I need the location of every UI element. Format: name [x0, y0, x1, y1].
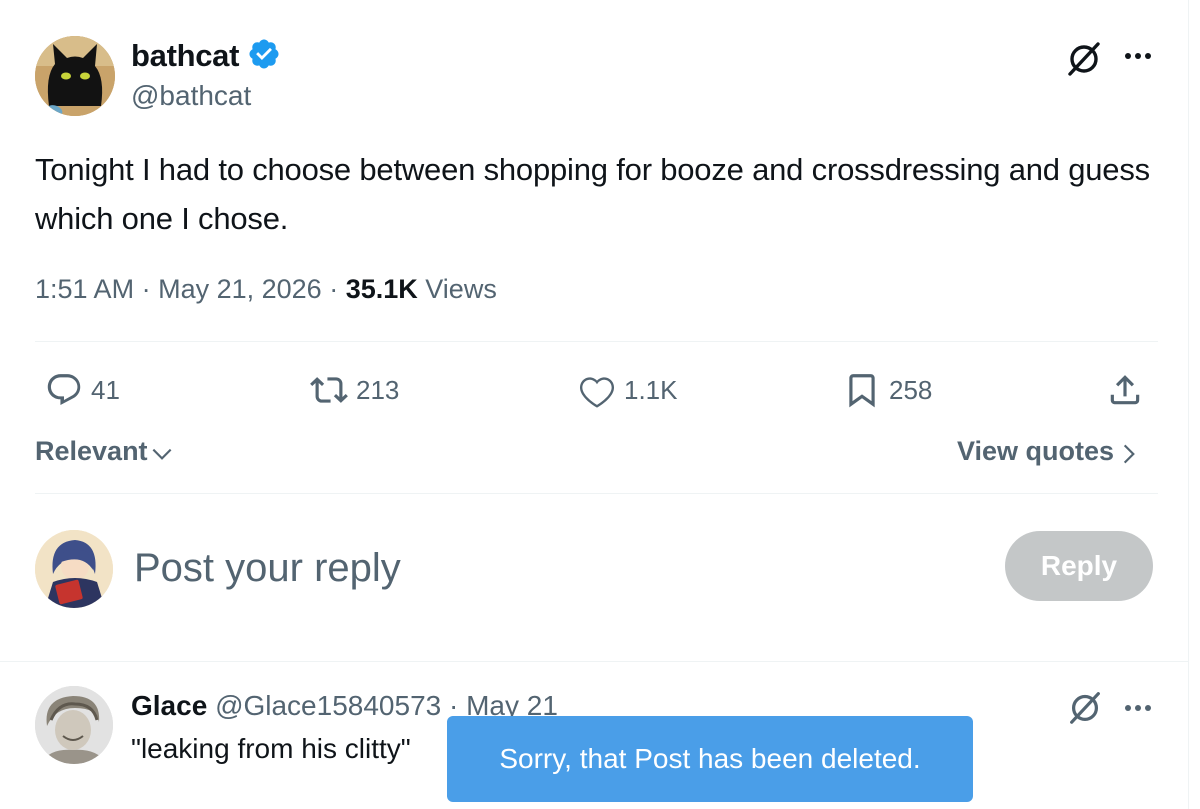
repost-icon [310, 377, 348, 403]
like-count: 1.1K [624, 374, 678, 405]
view-quotes-link[interactable]: View quotes [957, 436, 1140, 467]
reply-count: 41 [91, 374, 120, 405]
reply-author-handle[interactable]: @Glace15840573 [215, 690, 441, 721]
reply-button[interactable]: Reply [1005, 531, 1153, 601]
grok-icon[interactable] [1066, 688, 1104, 726]
post-time[interactable]: 1:51 AM [35, 274, 134, 304]
like-action-button[interactable]: 1.1K [578, 368, 678, 412]
author-name[interactable]: bathcat [131, 38, 239, 74]
share-icon [1110, 375, 1140, 405]
reply-action-button[interactable]: 41 [45, 368, 120, 412]
author-handle[interactable]: @bathcat [131, 80, 251, 112]
reply-text: "leaking from his clitty" [131, 733, 411, 764]
more-icon[interactable] [1118, 42, 1158, 70]
divider [0, 661, 1189, 662]
meta-separator: · [141, 274, 159, 304]
sort-relevant-dropdown[interactable]: Relevant [35, 436, 175, 467]
post-text: Tonight I had to choose between shopping… [35, 152, 1150, 236]
reply-author-name[interactable]: Glace [131, 690, 207, 721]
repost-action-button[interactable]: 213 [310, 368, 399, 412]
views-count: 35.1K [345, 274, 418, 304]
toast-message: Sorry, that Post has been deleted. [499, 743, 921, 774]
bookmark-action-button[interactable]: 258 [843, 368, 932, 412]
views-label: Views [425, 274, 497, 304]
chevron-right-icon [1123, 444, 1135, 463]
sort-label: Relevant [35, 436, 148, 466]
current-user-avatar[interactable] [35, 530, 113, 608]
deleted-post-toast: Sorry, that Post has been deleted. [447, 716, 973, 802]
view-quotes-label: View quotes [956, 436, 1114, 466]
author-avatar[interactable] [35, 36, 115, 116]
post-date[interactable]: May 21, 2026 [158, 274, 322, 304]
bookmark-count: 258 [889, 374, 933, 405]
meta-separator: · [329, 274, 346, 304]
verified-badge-icon [249, 39, 279, 69]
bookmark-icon [849, 374, 875, 408]
post-detail-page: bathcat @bathcat Tonight I had to choose… [0, 0, 1189, 809]
grok-icon[interactable] [1064, 38, 1104, 78]
reply-input[interactable] [134, 540, 964, 596]
post-meta: 1:51 AM · May 21, 2026 · 35.1K Views [35, 274, 497, 305]
repost-count: 213 [356, 374, 400, 405]
share-action-button[interactable] [1106, 368, 1152, 412]
reply-author-avatar[interactable] [35, 686, 113, 764]
chevron-down-icon [152, 448, 171, 460]
reply-icon [47, 374, 81, 406]
divider [35, 341, 1158, 342]
divider [35, 493, 1158, 494]
like-icon [579, 377, 615, 408]
more-icon[interactable] [1118, 694, 1158, 722]
